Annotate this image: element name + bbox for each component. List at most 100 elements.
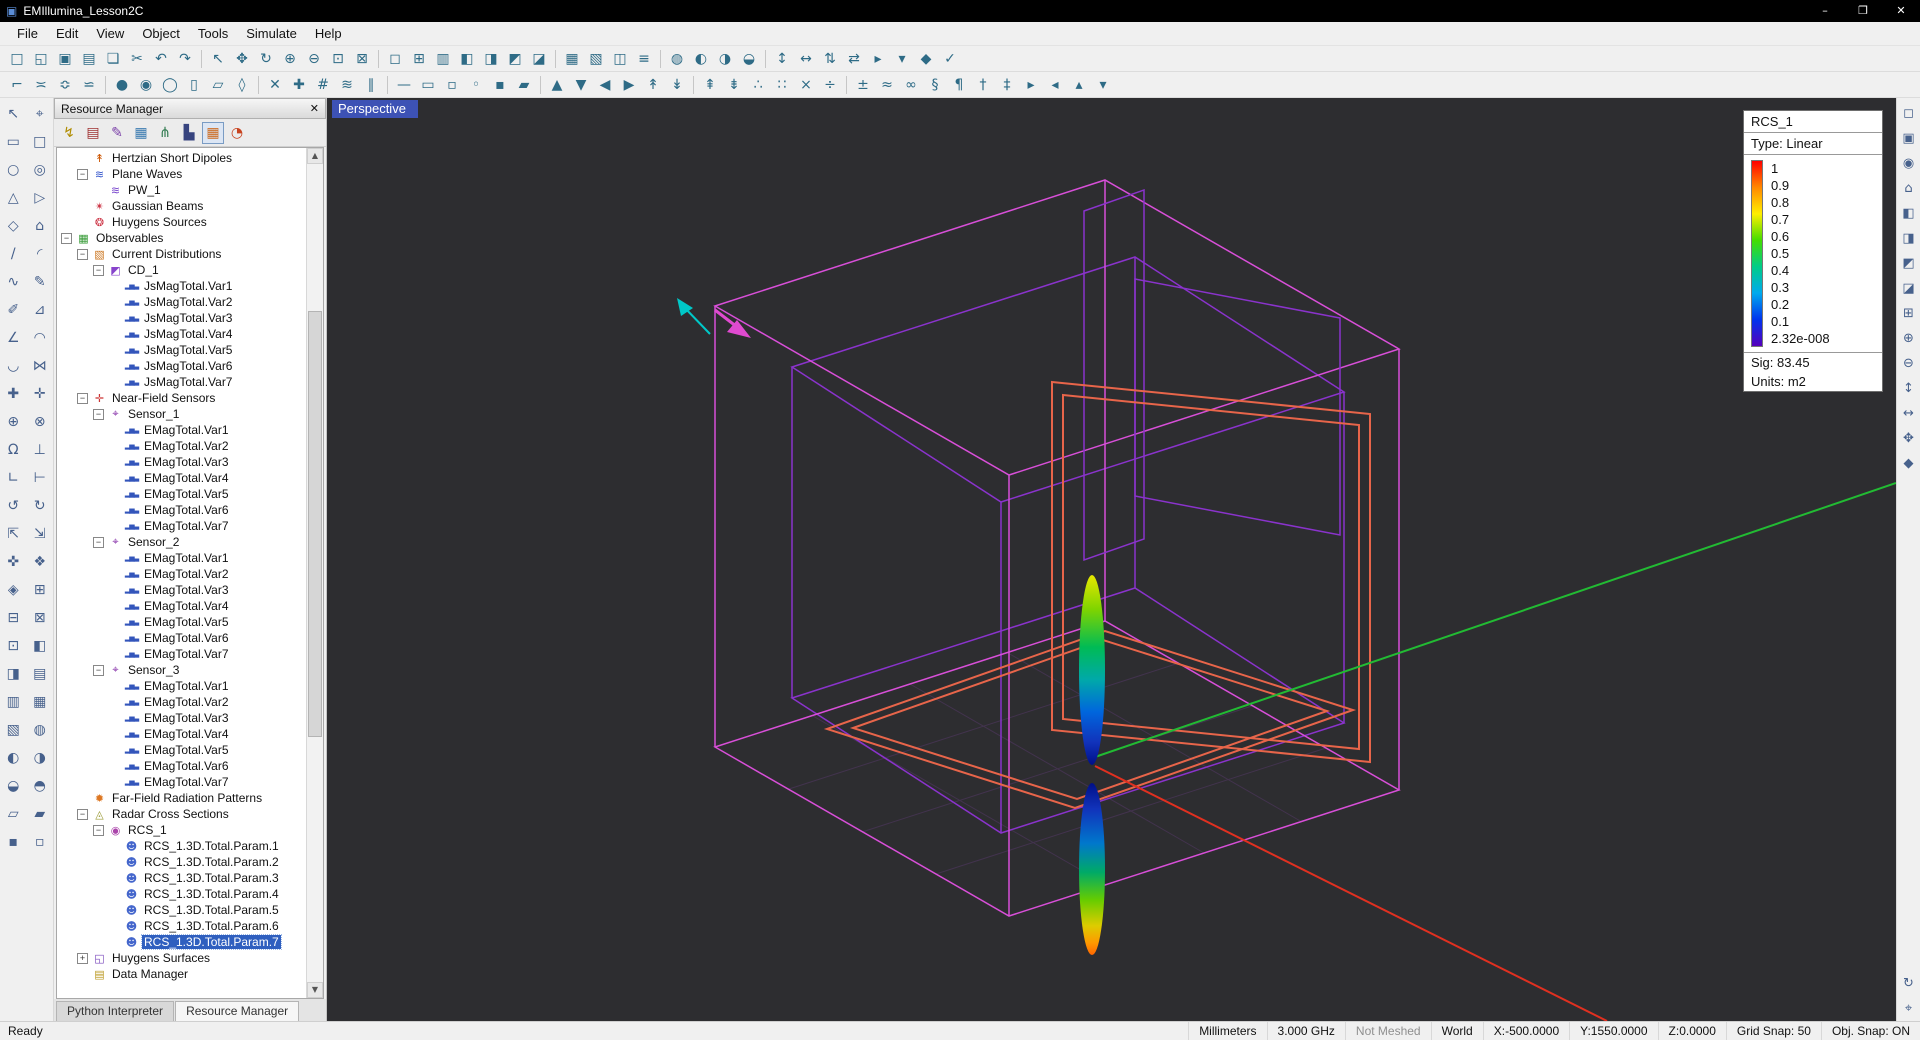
- view-tool-icon[interactable]: ⊕: [1897, 326, 1920, 351]
- tree-item[interactable]: ▂▅▃EMagTotal.Var1: [57, 422, 306, 438]
- toolbar-icon[interactable]: ±: [851, 74, 875, 96]
- tree-item[interactable]: ▂▅▃JsMagTotal.Var1: [57, 278, 306, 294]
- toolbar-icon[interactable]: ◉: [134, 74, 158, 96]
- panel-close-icon[interactable]: ✕: [310, 102, 319, 115]
- purple-plates[interactable]: [1084, 190, 1340, 560]
- toolbar-icon[interactable]: ◊: [230, 74, 254, 96]
- draw-tool-icon[interactable]: ⊡: [0, 632, 27, 660]
- draw-tool-icon[interactable]: Ω: [0, 436, 27, 464]
- menu-tools[interactable]: Tools: [189, 26, 237, 41]
- data-view-icon[interactable]: ◔: [226, 122, 248, 144]
- tree-item[interactable]: ▂▅▃EMagTotal.Var6: [57, 630, 306, 646]
- scrollbar-thumb[interactable]: [308, 311, 322, 736]
- tree-item[interactable]: ▂▅▃EMagTotal.Var2: [57, 438, 306, 454]
- sphere-icon[interactable]: ◍: [665, 48, 689, 70]
- view-tool-icon[interactable]: ◨: [1897, 226, 1920, 251]
- collapse-icon[interactable]: −: [93, 537, 104, 548]
- collapse-icon[interactable]: −: [61, 233, 72, 244]
- scrollbar-track[interactable]: [307, 164, 323, 982]
- open-icon[interactable]: ◱: [29, 48, 53, 70]
- toolbar-icon[interactable]: ¶: [947, 74, 971, 96]
- toolbar-icon[interactable]: ∥: [359, 74, 383, 96]
- toolbar-icon[interactable]: ⇞: [698, 74, 722, 96]
- toolbar-icon[interactable]: ▾: [1091, 74, 1115, 96]
- collapse-icon[interactable]: −: [77, 249, 88, 260]
- zoom-window-icon[interactable]: ⊡: [326, 48, 350, 70]
- tree-item[interactable]: ❂Huygens Sources: [57, 214, 306, 230]
- tree-item[interactable]: ☻RCS_1.3D.Total.Param.6: [57, 918, 306, 934]
- collapse-icon[interactable]: −: [93, 665, 104, 676]
- rotate-icon[interactable]: ↻: [254, 48, 278, 70]
- toolbar-icon[interactable]: ▯: [182, 74, 206, 96]
- toolbar-icon[interactable]: ▴: [1067, 74, 1091, 96]
- layers-icon[interactable]: ◫: [608, 48, 632, 70]
- draw-tool-icon[interactable]: ∿: [0, 268, 27, 296]
- toolbar-icon[interactable]: ↟: [641, 74, 665, 96]
- tree-item[interactable]: −⌖Sensor_1: [57, 406, 306, 422]
- zoom-out-icon[interactable]: ⊖: [302, 48, 326, 70]
- expand-icon[interactable]: +: [77, 953, 88, 964]
- view-icon[interactable]: ◻: [383, 48, 407, 70]
- tree-item[interactable]: ▂▅▃EMagTotal.Var3: [57, 454, 306, 470]
- edit-icon[interactable]: ✎: [106, 122, 128, 144]
- tree-scrollbar[interactable]: ▲ ▼: [306, 148, 323, 998]
- draw-tool-icon[interactable]: ↻: [27, 492, 54, 520]
- draw-tool-icon[interactable]: ⇱: [0, 520, 27, 548]
- draw-tool-icon[interactable]: ◒: [0, 772, 27, 800]
- draw-tool-icon[interactable]: ○: [0, 156, 27, 184]
- toolbar-icon[interactable]: ↡: [665, 74, 689, 96]
- select-icon[interactable]: ↖: [206, 48, 230, 70]
- tree-item[interactable]: −⌖Sensor_3: [57, 662, 306, 678]
- tree-item[interactable]: ▂▅▃EMagTotal.Var5: [57, 742, 306, 758]
- draw-tool-icon[interactable]: ▱: [0, 800, 27, 828]
- tree-item[interactable]: ▂▅▃JsMagTotal.Var3: [57, 310, 306, 326]
- draw-tool-icon[interactable]: ◓: [27, 772, 54, 800]
- redo-icon[interactable]: ↷: [173, 48, 197, 70]
- draw-tool-icon[interactable]: ⊟: [0, 604, 27, 632]
- collapse-icon[interactable]: −: [93, 825, 104, 836]
- panel-header[interactable]: Resource Manager ✕: [54, 98, 326, 119]
- print-icon[interactable]: ▤: [77, 48, 101, 70]
- draw-tool-icon[interactable]: ◎: [27, 156, 54, 184]
- tree-item[interactable]: ▂▅▃JsMagTotal.Var7: [57, 374, 306, 390]
- draw-tool-icon[interactable]: ◇: [0, 212, 27, 240]
- move-vertical-icon[interactable]: ↕: [770, 48, 794, 70]
- tree-item[interactable]: ▂▅▃EMagTotal.Var4: [57, 726, 306, 742]
- draw-tool-icon[interactable]: ◑: [27, 744, 54, 772]
- view-tool-icon[interactable]: ◧: [1897, 201, 1920, 226]
- expand-icon[interactable]: ▾: [890, 48, 914, 70]
- draw-tool-icon[interactable]: ◠: [27, 324, 54, 352]
- draw-tool-icon[interactable]: ▤: [27, 660, 54, 688]
- draw-tool-icon[interactable]: ◐: [0, 744, 27, 772]
- draw-tool-icon[interactable]: ❖: [27, 548, 54, 576]
- draw-tool-icon[interactable]: ∠: [0, 324, 27, 352]
- tree-item[interactable]: ▂▅▃EMagTotal.Var1: [57, 678, 306, 694]
- zoom-extents-icon[interactable]: ⊠: [350, 48, 374, 70]
- collapse-icon[interactable]: −: [93, 409, 104, 420]
- mesh-fine-icon[interactable]: ▧: [584, 48, 608, 70]
- draw-tool-icon[interactable]: △: [0, 184, 27, 212]
- view-tool-icon[interactable]: ◻: [1897, 101, 1920, 126]
- shade-smooth-icon[interactable]: ◨: [479, 48, 503, 70]
- draw-tool-icon[interactable]: ▭: [0, 128, 27, 156]
- draw-tool-icon[interactable]: ⊕: [0, 408, 27, 436]
- collapse-icon[interactable]: −: [77, 809, 88, 820]
- tree-item[interactable]: ▂▅▃EMagTotal.Var7: [57, 518, 306, 534]
- draw-tool-icon[interactable]: ⌖: [27, 100, 54, 128]
- toolbar-icon[interactable]: †: [971, 74, 995, 96]
- draw-tool-icon[interactable]: ▷: [27, 184, 54, 212]
- toolbar-icon[interactable]: ✕: [263, 74, 287, 96]
- draw-tool-icon[interactable]: ✎: [27, 268, 54, 296]
- tree-item[interactable]: ▂▅▃EMagTotal.Var3: [57, 710, 306, 726]
- tree-item[interactable]: ▂▅▃EMagTotal.Var7: [57, 774, 306, 790]
- view-tool-icon[interactable]: ◩: [1897, 251, 1920, 276]
- toolbar-icon[interactable]: ▭: [416, 74, 440, 96]
- draw-tool-icon[interactable]: ▰: [27, 800, 54, 828]
- minimize-button[interactable]: –: [1806, 0, 1844, 22]
- toolbar-icon[interactable]: ⌐: [5, 74, 29, 96]
- draw-tool-icon[interactable]: /: [0, 240, 27, 268]
- scene-canvas[interactable]: [327, 98, 1896, 1021]
- toolbar-icon[interactable]: ⇟: [722, 74, 746, 96]
- wireframe-icon[interactable]: ▥: [431, 48, 455, 70]
- menu-edit[interactable]: Edit: [47, 26, 87, 41]
